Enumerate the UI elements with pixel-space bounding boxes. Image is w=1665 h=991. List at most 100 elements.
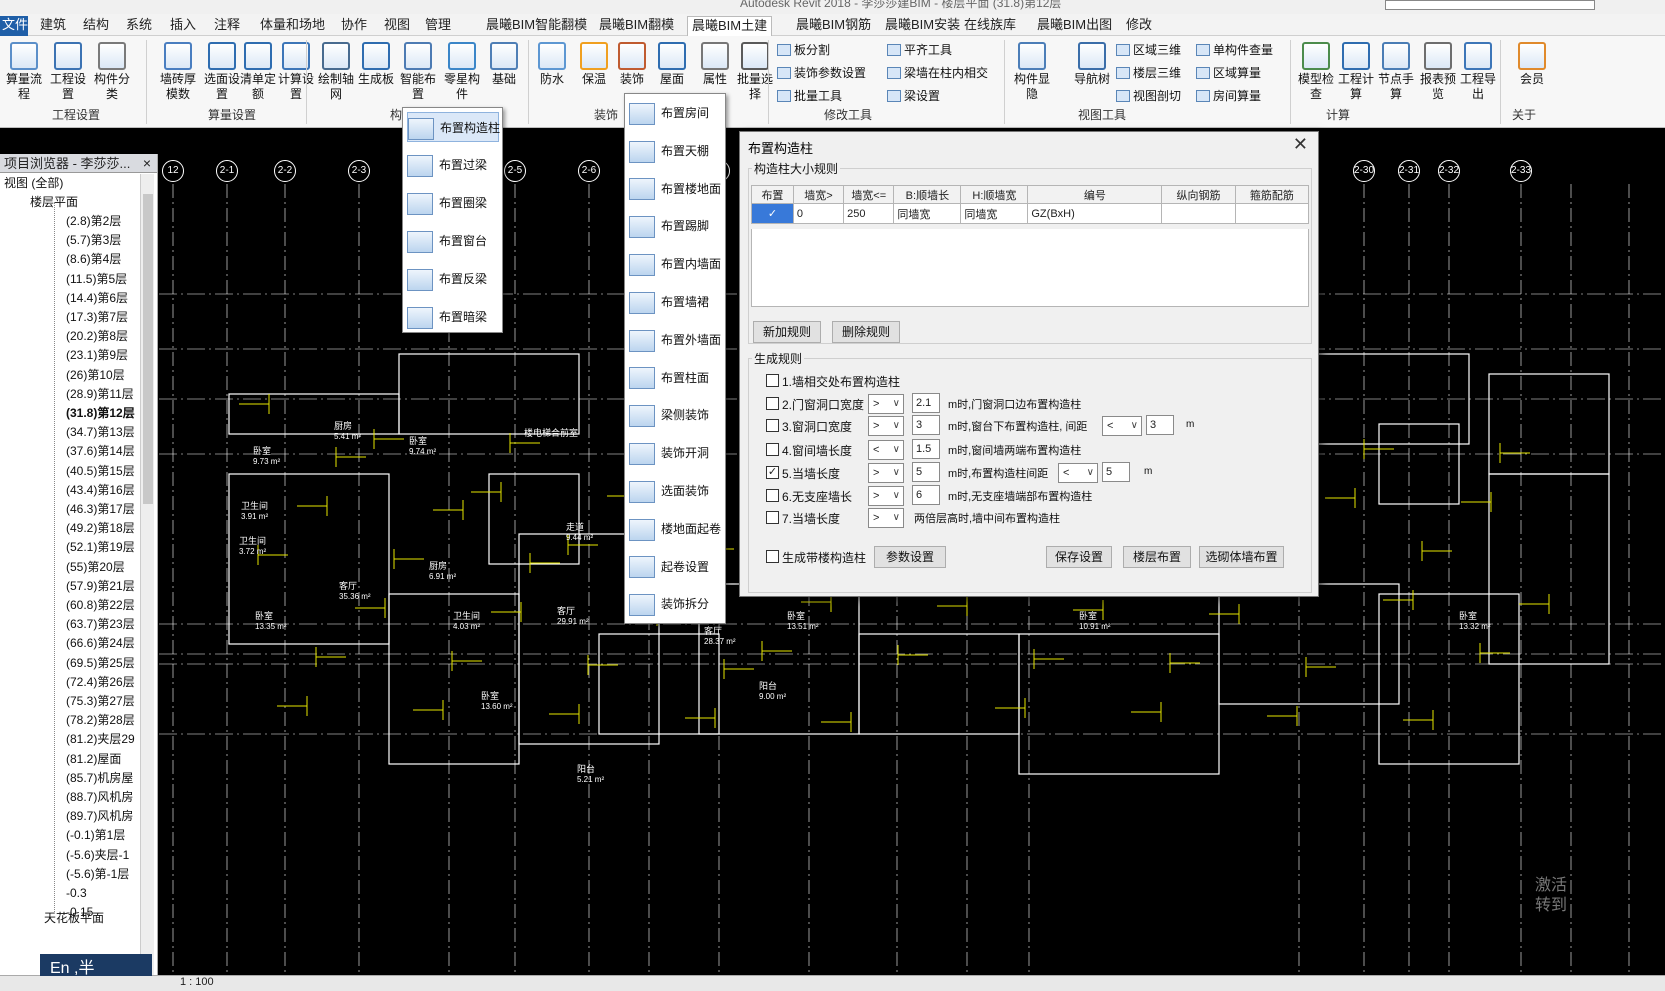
dropdown-item[interactable]: 布置圈梁 xyxy=(407,188,499,218)
floor-layout-button[interactable]: 楼层布置 xyxy=(1123,546,1191,568)
tree-level-item[interactable]: (46.3)第17层 xyxy=(66,500,135,519)
value-input[interactable]: 2.1 xyxy=(912,393,940,413)
ribbon-small-button[interactable]: 楼层三维 xyxy=(1116,64,1181,82)
tree-level-item[interactable]: (37.6)第14层 xyxy=(66,442,135,461)
tree-level-item[interactable]: (20.2)第8层 xyxy=(66,327,128,346)
ribbon-button[interactable]: 基础 xyxy=(484,40,524,87)
ribbon-button[interactable]: 导航树 xyxy=(1072,40,1112,87)
dropdown-item[interactable]: 布置天棚 xyxy=(629,136,723,166)
menu-tab[interactable]: 协作 xyxy=(337,16,371,36)
tree-level-item[interactable]: (23.1)第9层 xyxy=(66,346,128,365)
ribbon-small-button[interactable]: 区域三维 xyxy=(1116,41,1181,59)
operator-select[interactable]: > xyxy=(868,486,904,506)
tree-level-item[interactable]: (81.2)屋面 xyxy=(66,750,121,769)
ribbon-button[interactable]: 装饰 xyxy=(612,40,652,87)
ribbon-small-button[interactable]: 平齐工具 xyxy=(887,41,952,59)
menu-tab[interactable]: 结构 xyxy=(79,16,113,36)
tree-level-item[interactable]: (69.5)第25层 xyxy=(66,654,135,673)
ribbon-button[interactable]: 智能布置 xyxy=(398,40,438,102)
dropdown-item[interactable]: 布置窗台 xyxy=(407,226,499,256)
menu-tab[interactable]: 建筑 xyxy=(36,16,70,36)
menu-tab[interactable]: 晨曦BIM翻模 xyxy=(595,16,678,36)
tree-level-item[interactable]: (78.2)第28层 xyxy=(66,711,135,730)
ribbon-small-button[interactable]: 梁设置 xyxy=(887,87,940,105)
rule-checkbox[interactable] xyxy=(766,489,779,502)
ribbon-button[interactable]: 模型检查 xyxy=(1296,40,1336,102)
stair-column-checkbox[interactable] xyxy=(766,550,779,563)
menu-tab[interactable]: 管理 xyxy=(421,16,455,36)
rule-checkbox[interactable] xyxy=(766,397,779,410)
view-scale[interactable]: 1 : 100 xyxy=(180,976,214,988)
operator-select[interactable]: < xyxy=(1102,416,1142,436)
tree-level-item[interactable]: (-0.1)第1层 xyxy=(66,826,125,845)
browser-scrollbar[interactable] xyxy=(140,174,154,991)
tree-level-item[interactable]: (17.3)第7层 xyxy=(66,308,128,327)
ribbon-button[interactable]: 防水 xyxy=(532,40,572,87)
operator-select[interactable]: > xyxy=(868,416,904,436)
operator-select[interactable]: > xyxy=(868,463,904,483)
tree-level-item[interactable]: (-5.6)第-1层 xyxy=(66,865,129,884)
dropdown-item[interactable]: 选面装饰 xyxy=(629,476,723,506)
rule-checkbox[interactable]: ✓ xyxy=(766,466,779,479)
tree-level-item[interactable]: (72.4)第26层 xyxy=(66,673,135,692)
dropdown-item[interactable]: 布置内墙面 xyxy=(629,249,723,279)
tree-level-item[interactable]: (85.7)机房屋 xyxy=(66,769,133,788)
tree-level-item[interactable]: (55)第20层 xyxy=(66,558,125,577)
tree-level-item[interactable]: (49.2)第18层 xyxy=(66,519,135,538)
menu-tab[interactable]: 系统 xyxy=(122,16,156,36)
dropdown-item[interactable]: 布置外墙面 xyxy=(629,325,723,355)
search-box[interactable] xyxy=(1385,0,1595,10)
dropdown-item[interactable]: 布置反梁 xyxy=(407,264,499,294)
menu-tab[interactable]: 修改 xyxy=(1122,16,1156,36)
menu-tab[interactable]: 注释 xyxy=(210,16,244,36)
menu-tab[interactable]: 晨曦BIM土建 xyxy=(687,16,773,36)
rule-checkbox[interactable] xyxy=(766,511,779,524)
tree-level-item[interactable]: (66.6)第24层 xyxy=(66,634,135,653)
tree-level-item[interactable]: (60.8)第22层 xyxy=(66,596,135,615)
tree-level-item[interactable]: (26)第10层 xyxy=(66,366,125,385)
ribbon-small-button[interactable]: 梁墙在柱内相交 xyxy=(887,64,988,82)
dropdown-item[interactable]: 布置房间 xyxy=(629,98,723,128)
tree-level-item[interactable]: (14.4)第6层 xyxy=(66,289,128,308)
tree-level-item[interactable]: (40.5)第15层 xyxy=(66,462,135,481)
dropdown-item[interactable]: 布置构造柱 xyxy=(407,112,500,142)
tree-level-item[interactable]: (-5.6)夹层-1 xyxy=(66,846,129,865)
ribbon-small-button[interactable]: 单构件查量 xyxy=(1196,41,1273,59)
operator-select[interactable]: > xyxy=(868,508,904,528)
ribbon-small-button[interactable]: 装饰参数设置 xyxy=(777,64,866,82)
param-settings-button[interactable]: 参数设置 xyxy=(874,546,946,568)
menu-tab[interactable]: 晨曦BIM安装 xyxy=(881,16,964,36)
dropdown-item[interactable]: 布置暗梁 xyxy=(407,302,499,332)
ribbon-button[interactable]: 工程计算 xyxy=(1336,40,1376,102)
value-input[interactable]: 6 xyxy=(912,485,940,505)
dropdown-item[interactable]: 布置柱面 xyxy=(629,363,723,393)
ime-indicator[interactable]: En ,半 xyxy=(40,954,152,977)
ribbon-small-button[interactable]: 视图剖切 xyxy=(1116,87,1181,105)
dropdown-item[interactable]: 楼地面起卷 xyxy=(629,514,723,544)
ribbon-small-button[interactable]: 房间算量 xyxy=(1196,87,1261,105)
tree-level-item[interactable]: (2.8)第2层 xyxy=(66,212,121,231)
dropdown-item[interactable]: 装饰拆分 xyxy=(629,589,723,619)
dropdown-item[interactable]: 布置楼地面 xyxy=(629,174,723,204)
menu-tab[interactable]: 体量和场地 xyxy=(256,16,329,36)
dropdown-item[interactable]: 装饰开洞 xyxy=(629,438,723,468)
ribbon-button[interactable]: 保温 xyxy=(574,40,614,87)
tree-level-item[interactable]: (81.2)夹层29 xyxy=(66,730,135,749)
ribbon-button[interactable]: 工程设置 xyxy=(48,40,88,102)
tree-level-item[interactable]: (11.5)第5层 xyxy=(66,270,127,289)
ribbon-button[interactable]: 节点手算 xyxy=(1376,40,1416,102)
tree-level-item[interactable]: (52.1)第19层 xyxy=(66,538,135,557)
tree-level-item[interactable]: (34.7)第13层 xyxy=(66,423,135,442)
value-input[interactable]: 5 xyxy=(912,462,940,482)
ribbon-button[interactable]: 屋面 xyxy=(652,40,692,87)
tree-root[interactable]: 视图 (全部) xyxy=(4,174,63,193)
dropdown-item[interactable]: 起卷设置 xyxy=(629,552,723,582)
operator-select[interactable]: < xyxy=(1058,463,1098,483)
tree-level-item[interactable]: (28.9)第11层 xyxy=(66,385,134,404)
save-settings-button[interactable]: 保存设置 xyxy=(1046,546,1112,568)
ribbon-button[interactable]: 工程导出 xyxy=(1458,40,1498,102)
rule-checkbox[interactable] xyxy=(766,443,779,456)
close-icon[interactable]: × xyxy=(143,154,151,173)
value-input[interactable]: 1.5 xyxy=(912,439,940,459)
select-masonry-wall-button[interactable]: 选砌体墙布置 xyxy=(1199,546,1284,568)
